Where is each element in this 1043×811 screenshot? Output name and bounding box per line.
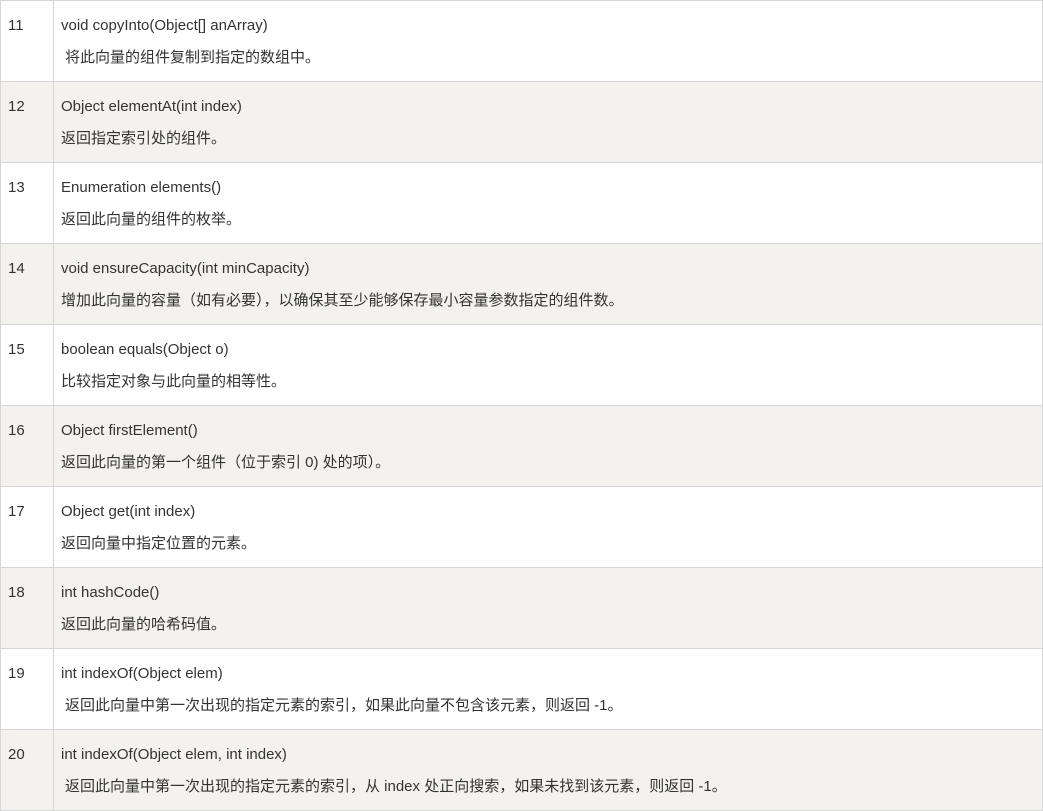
table-row: 14 void ensureCapacity(int minCapacity) … (0, 243, 1043, 325)
method-signature: int hashCode() (61, 584, 160, 601)
table-row: 16 Object firstElement() 返回此向量的第一个组件（位于索… (0, 405, 1043, 487)
method-cell: void copyInto(Object[] anArray) 将此向量的组件复… (53, 0, 1043, 82)
method-signature: int indexOf(Object elem, int index) (61, 746, 287, 763)
method-signature: Object firstElement() (61, 422, 198, 439)
method-description: 返回此向量的第一个组件（位于索引 0) 处的项）。 (61, 454, 391, 471)
method-description: 返回向量中指定位置的元素。 (61, 535, 257, 552)
row-number: 19 (0, 648, 54, 730)
method-signature: Object elementAt(int index) (61, 98, 242, 115)
table-row: 13 Enumeration elements() 返回此向量的组件的枚举。 (0, 162, 1043, 244)
row-number: 14 (0, 243, 54, 325)
method-signature: void copyInto(Object[] anArray) (61, 17, 268, 34)
method-description: 比较指定对象与此向量的相等性。 (61, 373, 287, 390)
table-row: 18 int hashCode() 返回此向量的哈希码值。 (0, 567, 1043, 649)
row-number: 20 (0, 729, 54, 811)
method-description: 将此向量的组件复制到指定的数组中。 (65, 49, 321, 66)
row-number: 16 (0, 405, 54, 487)
method-description: 返回此向量的组件的枚举。 (61, 211, 242, 228)
method-cell: int indexOf(Object elem, int index) 返回此向… (53, 729, 1043, 811)
methods-table: 11 void copyInto(Object[] anArray) 将此向量的… (0, 0, 1043, 811)
row-number: 15 (0, 324, 54, 406)
row-number: 18 (0, 567, 54, 649)
method-cell: Enumeration elements() 返回此向量的组件的枚举。 (53, 162, 1043, 244)
row-number: 11 (0, 0, 54, 82)
row-number: 12 (0, 81, 54, 163)
method-signature: void ensureCapacity(int minCapacity) (61, 260, 310, 277)
method-cell: Object firstElement() 返回此向量的第一个组件（位于索引 0… (53, 405, 1043, 487)
table-row: 19 int indexOf(Object elem) 返回此向量中第一次出现的… (0, 648, 1043, 730)
method-signature: Object get(int index) (61, 503, 196, 520)
table-row: 11 void copyInto(Object[] anArray) 将此向量的… (0, 0, 1043, 82)
method-description: 返回此向量中第一次出现的指定元素的索引，从 index 处正向搜索，如果未找到该… (65, 778, 727, 795)
method-description: 返回此向量的哈希码值。 (61, 616, 227, 633)
method-cell: int indexOf(Object elem) 返回此向量中第一次出现的指定元… (53, 648, 1043, 730)
row-number: 13 (0, 162, 54, 244)
table-row: 17 Object get(int index) 返回向量中指定位置的元素。 (0, 486, 1043, 568)
method-signature: Enumeration elements() (61, 179, 222, 196)
method-cell: boolean equals(Object o) 比较指定对象与此向量的相等性。 (53, 324, 1043, 406)
row-number: 17 (0, 486, 54, 568)
method-cell: int hashCode() 返回此向量的哈希码值。 (53, 567, 1043, 649)
method-cell: Object get(int index) 返回向量中指定位置的元素。 (53, 486, 1043, 568)
table-row: 20 int indexOf(Object elem, int index) 返… (0, 729, 1043, 811)
method-cell: Object elementAt(int index) 返回指定索引处的组件。 (53, 81, 1043, 163)
method-description: 增加此向量的容量（如有必要），以确保其至少能够保存最小容量参数指定的组件数。 (61, 292, 624, 309)
method-cell: void ensureCapacity(int minCapacity) 增加此… (53, 243, 1043, 325)
method-description: 返回此向量中第一次出现的指定元素的索引，如果此向量不包含该元素，则返回 -1。 (65, 697, 623, 714)
table-row: 15 boolean equals(Object o) 比较指定对象与此向量的相… (0, 324, 1043, 406)
method-description: 返回指定索引处的组件。 (61, 130, 227, 147)
table-row: 12 Object elementAt(int index) 返回指定索引处的组… (0, 81, 1043, 163)
method-signature: boolean equals(Object o) (61, 341, 229, 358)
method-signature: int indexOf(Object elem) (61, 665, 223, 682)
